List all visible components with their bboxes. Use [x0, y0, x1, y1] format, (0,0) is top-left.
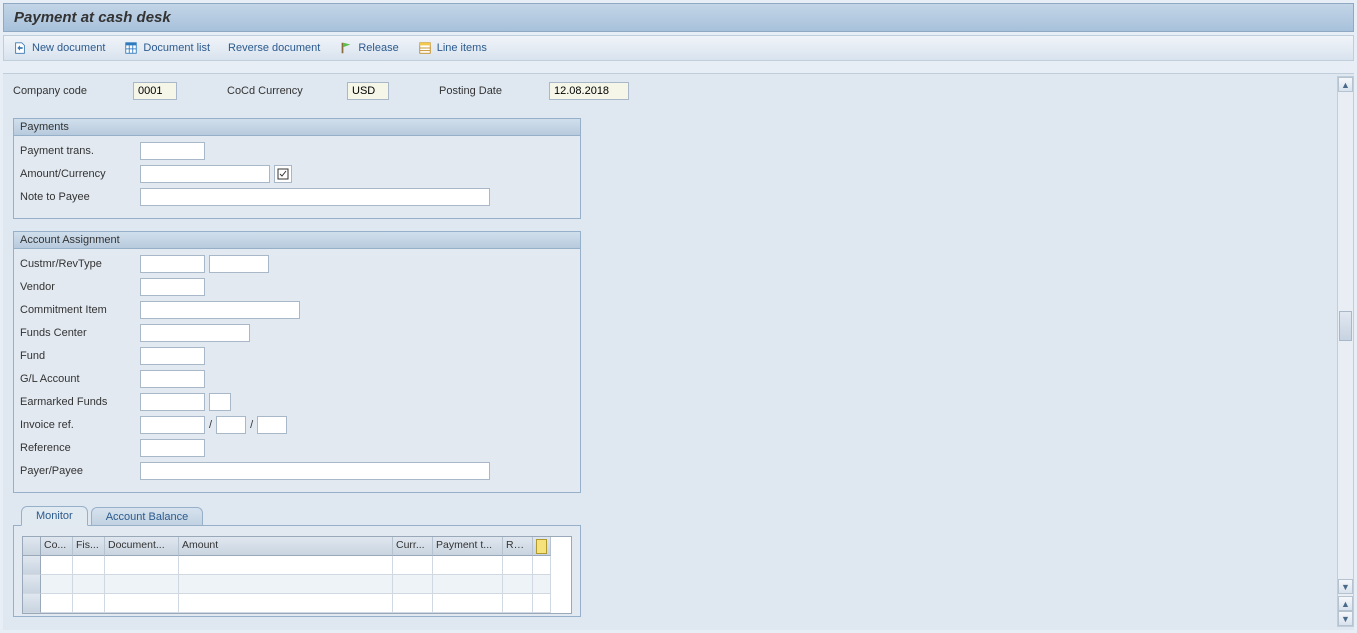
earmarked-funds-label: Earmarked Funds: [20, 396, 140, 408]
account-assignment-title: Account Assignment: [14, 232, 580, 249]
col-curr[interactable]: Curr...: [393, 537, 433, 556]
vertical-scrollbar[interactable]: ▲ ▼ ▲ ▼: [1337, 76, 1354, 627]
monitor-grid: Co... Fis... Document... Amount Curr... …: [22, 536, 572, 614]
col-reve[interactable]: Reve: [503, 537, 533, 556]
scroll-up-button[interactable]: ▲: [1338, 77, 1353, 92]
vendor-label: Vendor: [20, 281, 140, 293]
tab-monitor[interactable]: Monitor: [21, 506, 88, 526]
document-list-icon: [123, 40, 139, 56]
grid-corner[interactable]: [23, 537, 41, 556]
document-list-label: Document list: [143, 42, 210, 54]
new-document-label: New document: [32, 42, 105, 54]
payment-trans-field[interactable]: [140, 142, 205, 160]
commitment-item-label: Commitment Item: [20, 304, 140, 316]
tab-account-balance[interactable]: Account Balance: [91, 507, 204, 526]
invoice-ref-field-2[interactable]: [216, 416, 246, 434]
vendor-field[interactable]: [140, 278, 205, 296]
monitor-tab-content: Co... Fis... Document... Amount Curr... …: [13, 525, 581, 617]
earmarked-funds-field[interactable]: [140, 393, 205, 411]
grid-config-icon: [536, 539, 547, 554]
commitment-item-field[interactable]: [140, 301, 300, 319]
gl-account-label: G/L Account: [20, 373, 140, 385]
scroll-page-down-button[interactable]: ▼: [1338, 611, 1353, 626]
fund-field[interactable]: [140, 347, 205, 365]
scroll-track[interactable]: [1338, 92, 1353, 579]
scroll-down-button[interactable]: ▼: [1338, 579, 1353, 594]
new-document-icon: [12, 40, 28, 56]
page-title: Payment at cash desk: [14, 9, 171, 26]
grid-header: Co... Fis... Document... Amount Curr... …: [23, 537, 571, 556]
col-fis[interactable]: Fis...: [73, 537, 105, 556]
window-title: Payment at cash desk: [3, 3, 1354, 32]
account-assignment-panel: Account Assignment Custmr/RevType Vendor…: [13, 231, 581, 493]
gl-account-field[interactable]: [140, 370, 205, 388]
invoice-ref-sep-1: /: [209, 419, 212, 431]
reverse-document-button[interactable]: Reverse document: [228, 42, 320, 54]
table-row[interactable]: [23, 575, 571, 594]
payer-payee-field[interactable]: [140, 462, 490, 480]
funds-center-field[interactable]: [140, 324, 250, 342]
company-code-field[interactable]: [133, 82, 177, 100]
payments-panel: Payments Payment trans. Amount/Currency …: [13, 118, 581, 219]
col-amount[interactable]: Amount: [179, 537, 393, 556]
reverse-document-label: Reverse document: [228, 42, 320, 54]
invoice-ref-field-1[interactable]: [140, 416, 205, 434]
invoice-ref-field-3[interactable]: [257, 416, 287, 434]
invoice-ref-sep-2: /: [250, 419, 253, 431]
tabstrip: Monitor Account Balance: [21, 506, 1344, 526]
note-to-payee-field[interactable]: [140, 188, 490, 206]
payments-title: Payments: [14, 119, 580, 136]
reference-field[interactable]: [140, 439, 205, 457]
scroll-page-up-button[interactable]: ▲: [1338, 596, 1353, 611]
amount-currency-label: Amount/Currency: [20, 168, 140, 180]
company-code-label: Company code: [13, 85, 123, 97]
payer-payee-label: Payer/Payee: [20, 465, 140, 477]
release-label: Release: [358, 42, 398, 54]
invoice-ref-label: Invoice ref.: [20, 419, 140, 431]
currency-toggle-icon[interactable]: [274, 165, 292, 183]
note-to-payee-label: Note to Payee: [20, 191, 140, 203]
custmr-field[interactable]: [140, 255, 205, 273]
document-list-button[interactable]: Document list: [123, 40, 210, 56]
line-items-label: Line items: [437, 42, 487, 54]
reference-label: Reference: [20, 442, 140, 454]
header-row: Company code CoCd Currency Posting Date: [13, 82, 1344, 100]
revtype-field[interactable]: [209, 255, 269, 273]
custmr-revtype-label: Custmr/RevType: [20, 258, 140, 270]
posting-date-label: Posting Date: [439, 85, 539, 97]
line-items-icon: [417, 40, 433, 56]
earmarked-funds-sub-field[interactable]: [209, 393, 231, 411]
amount-field[interactable]: [140, 165, 270, 183]
content-area: Company code CoCd Currency Posting Date …: [3, 73, 1354, 630]
posting-date-field[interactable]: [549, 82, 629, 100]
grid-config-button[interactable]: [533, 537, 551, 556]
col-payment-t[interactable]: Payment t...: [433, 537, 503, 556]
fund-label: Fund: [20, 350, 140, 362]
funds-center-label: Funds Center: [20, 327, 140, 339]
payment-trans-label: Payment trans.: [20, 145, 140, 157]
line-items-button[interactable]: Line items: [417, 40, 487, 56]
table-row[interactable]: [23, 594, 571, 613]
cocd-currency-field[interactable]: [347, 82, 389, 100]
col-document[interactable]: Document...: [105, 537, 179, 556]
release-button[interactable]: Release: [338, 40, 398, 56]
application-toolbar: New document Document list Reverse docum…: [3, 35, 1354, 61]
col-co[interactable]: Co...: [41, 537, 73, 556]
cocd-currency-label: CoCd Currency: [227, 85, 337, 97]
release-flag-icon: [338, 40, 354, 56]
new-document-button[interactable]: New document: [12, 40, 105, 56]
table-row[interactable]: [23, 556, 571, 575]
scroll-grip[interactable]: [1339, 311, 1352, 341]
